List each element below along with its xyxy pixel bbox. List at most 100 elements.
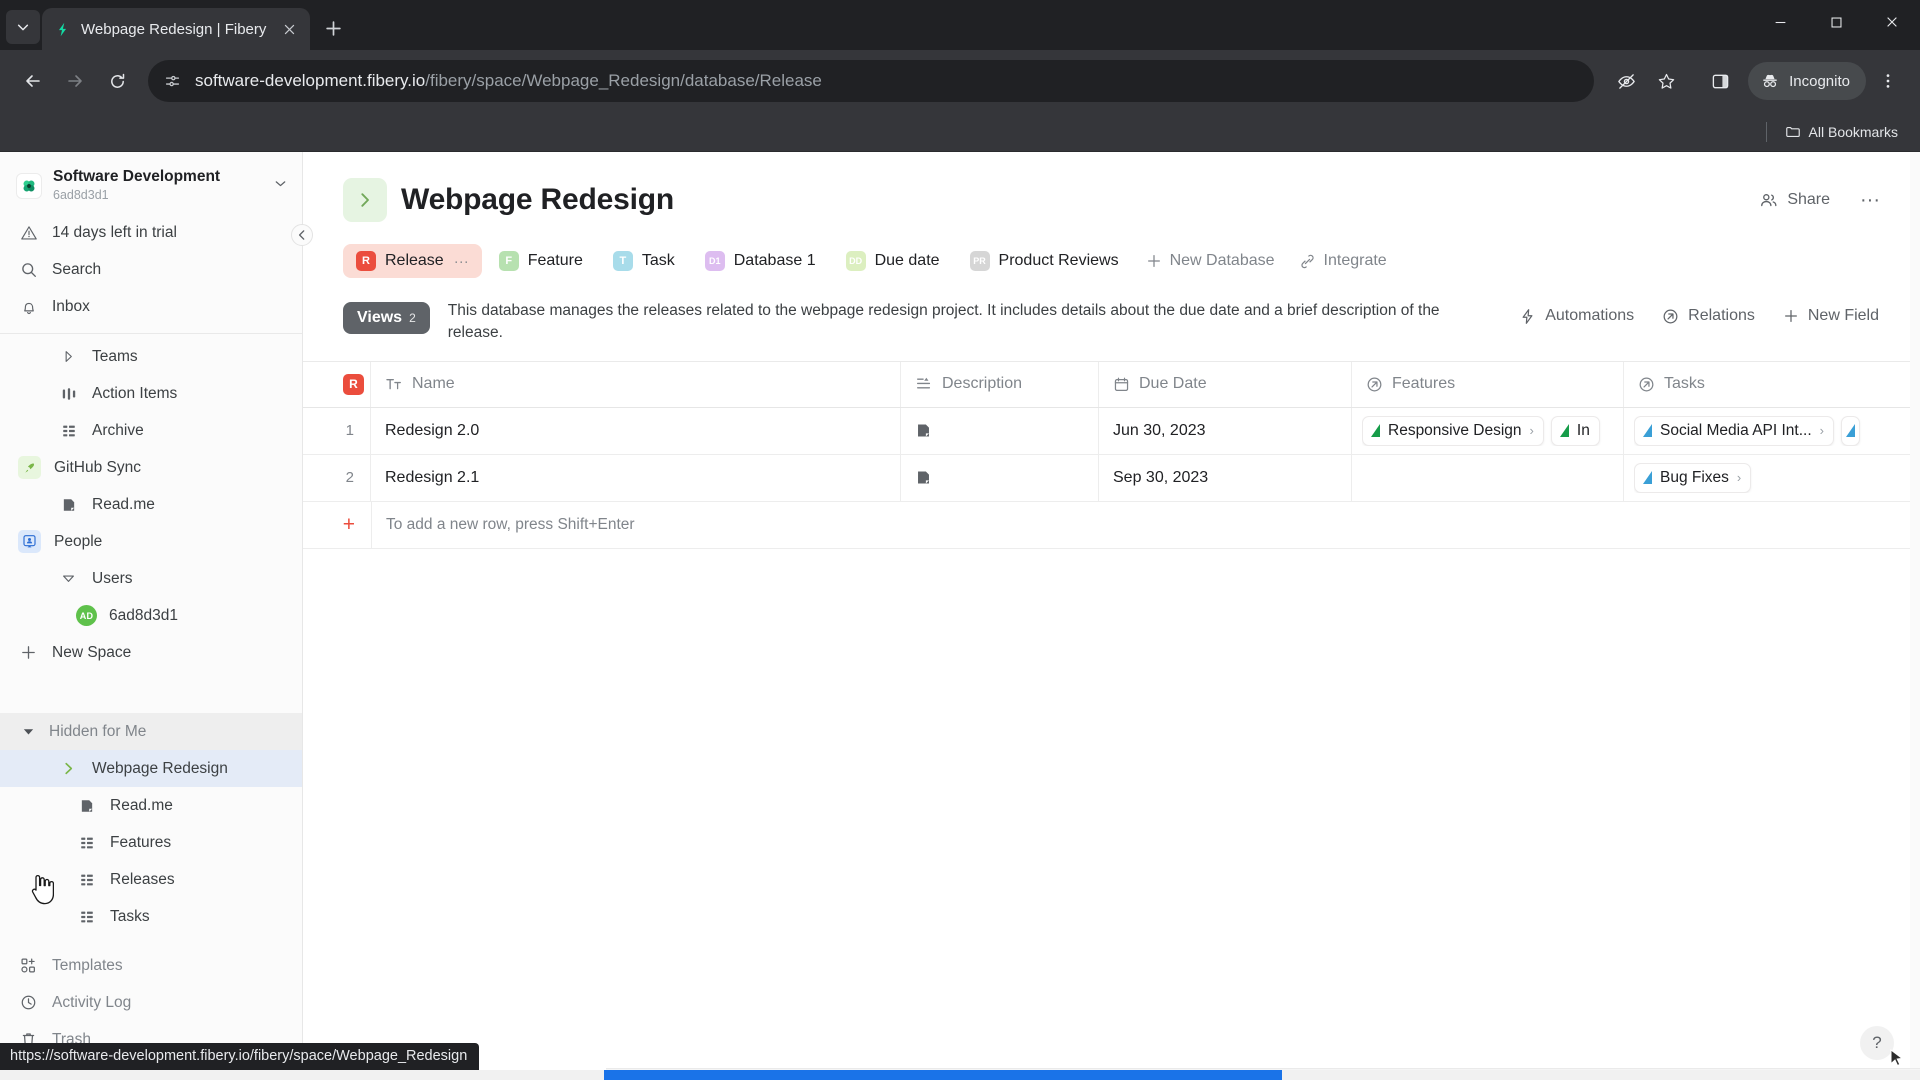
- views-button[interactable]: Views 2: [343, 302, 430, 334]
- sidebar-item-search[interactable]: Search: [0, 251, 302, 288]
- tab-due-date[interactable]: DD Due date: [833, 244, 953, 278]
- plus-icon[interactable]: +: [303, 514, 371, 535]
- relation-chip[interactable]: [1840, 415, 1860, 446]
- reload-icon[interactable]: [98, 62, 136, 100]
- cell-name[interactable]: Redesign 2.1: [371, 454, 901, 501]
- workspace-switcher[interactable]: Software Development 6ad8d3d1: [0, 160, 302, 214]
- sidebar-item-user-6ad8d3d1[interactable]: AD 6ad8d3d1: [0, 597, 302, 634]
- cell-description[interactable]: [901, 454, 1099, 501]
- cell-description[interactable]: [901, 407, 1099, 454]
- back-arrow-icon[interactable]: [14, 62, 52, 100]
- relation-chip[interactable]: In: [1550, 415, 1600, 446]
- sidebar-item-readme-hidden[interactable]: Read.me: [0, 787, 302, 824]
- cell-features[interactable]: [1352, 454, 1624, 501]
- cell-due-date[interactable]: Sep 30, 2023: [1099, 454, 1352, 501]
- relation-chip[interactable]: Bug Fixes ›: [1634, 462, 1752, 493]
- chevron-right-green-icon[interactable]: [58, 758, 79, 779]
- sidebar-item-label: Teams: [92, 347, 138, 365]
- sidebar-section-hidden-for-me[interactable]: Hidden for Me: [0, 713, 302, 751]
- new-tab-button[interactable]: [316, 11, 350, 45]
- sidebar-item-new-space[interactable]: New Space: [0, 634, 302, 671]
- table-row[interactable]: 1 Redesign 2.0 Jun 30, 2023 Responsive D…: [303, 407, 1920, 455]
- chevron-down-icon[interactable]: [273, 176, 288, 196]
- sidebar-item-features[interactable]: Features: [0, 824, 302, 861]
- tab-product-reviews[interactable]: PR Product Reviews: [957, 244, 1132, 278]
- automations-button[interactable]: Automations: [1508, 300, 1645, 332]
- sidebar-item-action-items[interactable]: Action Items: [0, 375, 302, 412]
- cell-tasks[interactable]: Social Media API Int... ›: [1624, 408, 1914, 454]
- share-button[interactable]: Share: [1749, 184, 1840, 217]
- caret-down-filled-icon[interactable]: [18, 721, 39, 742]
- column-header-features[interactable]: Features: [1352, 361, 1624, 407]
- cell-tasks[interactable]: Bug Fixes ›: [1624, 455, 1914, 501]
- cell-value: Sep 30, 2023: [1113, 468, 1209, 486]
- vertical-scrollbar[interactable]: [1910, 152, 1920, 1068]
- grid-icon: [76, 906, 97, 927]
- cell-features[interactable]: Responsive Design › In: [1352, 407, 1624, 454]
- tab-feature[interactable]: F Feature: [486, 244, 596, 278]
- sidebar-item-templates[interactable]: Templates: [0, 947, 302, 984]
- chevron-right-icon[interactable]: [343, 178, 387, 222]
- cell-due-date[interactable]: Jun 30, 2023: [1099, 407, 1352, 454]
- address-bar[interactable]: software-development.fibery.io/fibery/sp…: [148, 60, 1595, 102]
- close-icon[interactable]: [1864, 0, 1920, 44]
- sidebar-collapse-button[interactable]: [291, 224, 313, 246]
- tab-task[interactable]: T Task: [600, 244, 688, 278]
- column-header-description[interactable]: Description: [901, 361, 1099, 407]
- integrate-label: Integrate: [1323, 252, 1387, 269]
- new-database-button[interactable]: New Database: [1136, 244, 1285, 278]
- column-header-tasks[interactable]: Tasks: [1624, 362, 1914, 407]
- relations-button[interactable]: Relations: [1651, 300, 1766, 332]
- forward-arrow-icon[interactable]: [56, 62, 94, 100]
- all-bookmarks-button[interactable]: All Bookmarks: [1777, 120, 1906, 144]
- sidebar: Software Development 6ad8d3d1 14 days le…: [0, 152, 313, 1080]
- site-settings-icon[interactable]: [164, 73, 181, 90]
- browser-tab[interactable]: Webpage Redesign | Fibery: [42, 8, 310, 50]
- close-icon[interactable]: [278, 18, 300, 40]
- star-icon[interactable]: [1648, 63, 1684, 99]
- sidebar-item-github-sync[interactable]: GitHub Sync: [0, 449, 302, 486]
- integrate-button[interactable]: Integrate: [1289, 244, 1397, 278]
- column-header-name[interactable]: Name: [371, 361, 901, 407]
- sidebar-item-readme[interactable]: Read.me: [0, 486, 302, 523]
- sidebar-item-activity-log[interactable]: Activity Log: [0, 984, 302, 1021]
- sidebar-item-people[interactable]: People: [0, 523, 302, 560]
- new-field-label: New Field: [1807, 307, 1879, 324]
- add-row[interactable]: + To add a new row, press Shift+Enter: [303, 501, 1920, 549]
- sidebar-item-webpage-redesign[interactable]: Webpage Redesign: [0, 750, 302, 788]
- side-panel-icon[interactable]: [1702, 63, 1738, 99]
- relation-chip[interactable]: Social Media API Int... ›: [1634, 415, 1834, 446]
- chevron-right-icon[interactable]: ›: [1530, 423, 1534, 438]
- new-field-button[interactable]: New Field: [1772, 300, 1890, 332]
- incognito-indicator[interactable]: Incognito: [1748, 62, 1866, 100]
- column-header: Due Date: [1113, 375, 1207, 393]
- minimize-icon[interactable]: [1752, 0, 1808, 44]
- tab-title: Webpage Redesign | Fibery: [81, 20, 267, 38]
- more-options-button[interactable]: ···: [1850, 188, 1890, 212]
- sidebar-item-archive[interactable]: Archive: [0, 412, 302, 449]
- sidebar-item-label: GitHub Sync: [54, 458, 142, 476]
- tab-label: Due date: [874, 252, 940, 269]
- chevron-right-icon[interactable]: ›: [1737, 470, 1741, 485]
- database-badge: R: [356, 251, 376, 271]
- chevron-right-icon[interactable]: ›: [1820, 423, 1824, 438]
- sidebar-item-teams[interactable]: Teams: [0, 338, 302, 375]
- tab-database-1[interactable]: D1 Database 1: [692, 244, 829, 278]
- sidebar-item-users[interactable]: Users: [0, 560, 302, 597]
- tab-release[interactable]: R Release ···: [343, 244, 482, 278]
- column-header-due-date[interactable]: Due Date: [1099, 361, 1352, 407]
- browser-toolbar: software-development.fibery.io/fibery/sp…: [0, 50, 1920, 112]
- tab-more-icon[interactable]: ···: [454, 254, 469, 269]
- tab-search-button[interactable]: [6, 10, 40, 44]
- help-button[interactable]: ?: [1860, 1026, 1894, 1060]
- sidebar-item-inbox[interactable]: Inbox: [0, 288, 302, 325]
- sidebar-item-trial[interactable]: 14 days left in trial: [0, 214, 302, 251]
- table-row[interactable]: 2 Redesign 2.1 Sep 30, 2023 Bug Fixes ›: [303, 454, 1920, 502]
- relation-chip[interactable]: Responsive Design ›: [1362, 415, 1544, 446]
- cell-name[interactable]: Redesign 2.0: [371, 407, 901, 454]
- maximize-icon[interactable]: [1808, 0, 1864, 44]
- plug-icon: [1299, 253, 1316, 270]
- eye-slash-icon[interactable]: [1608, 63, 1644, 99]
- column-label: Features: [1392, 375, 1456, 393]
- three-dots-vertical-icon[interactable]: [1870, 63, 1906, 99]
